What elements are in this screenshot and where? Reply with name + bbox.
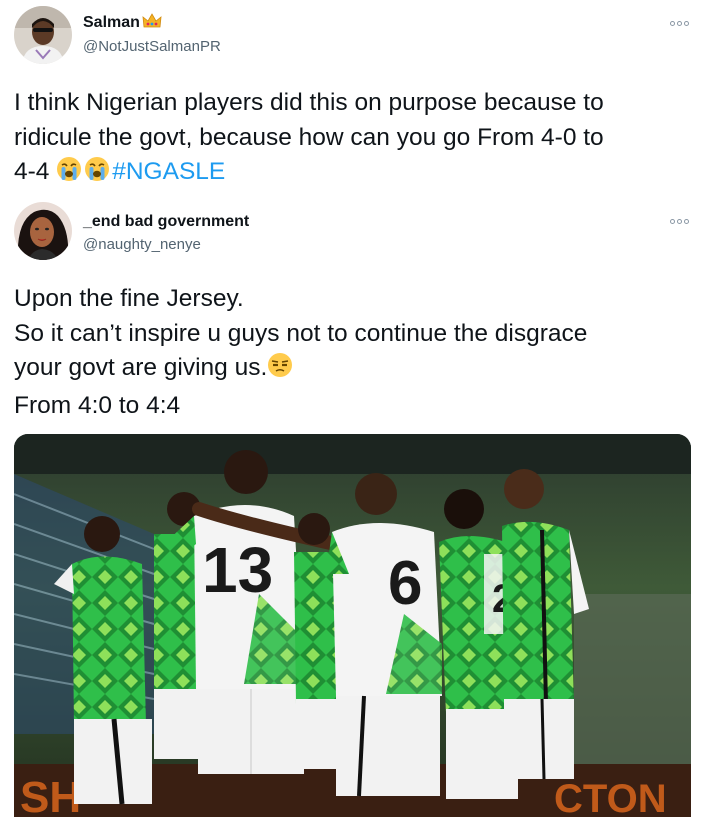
tweet-text-line: So it can’t inspire u guys not to contin… (14, 319, 588, 347)
tweet-text: Upon the fine Jersey. So it can’t inspir… (14, 282, 587, 423)
tweet-text-line: From 4:0 to 4:4 (14, 391, 181, 419)
tweet-text-line: ridicule the govt, because how can you g… (14, 123, 604, 151)
board-text-right: CTON (554, 777, 667, 817)
crown-emoji (142, 13, 162, 34)
display-name[interactable]: Salman (83, 13, 162, 34)
avatar-image (14, 6, 72, 64)
more-options-icon[interactable] (668, 16, 690, 30)
loudly-crying-face-emoji (56, 156, 82, 193)
more-options-icon[interactable] (668, 214, 690, 228)
team-photo: SH CTON 13 6 (14, 434, 691, 817)
board-text-left: SH (20, 773, 81, 817)
tweet-text-line: your govt are giving us. (14, 351, 587, 389)
handle[interactable]: @NotJustSalmanPR (83, 38, 221, 55)
unamused-face-emoji (267, 352, 293, 389)
tweet-text-line: 4-4 #NGASLE (14, 155, 604, 193)
handle[interactable]: @naughty_nenye (83, 236, 201, 253)
tweet-text-line: Upon the fine Jersey. (14, 285, 244, 312)
loudly-crying-face-emoji (84, 156, 110, 193)
hashtag-link[interactable]: #NGASLE (112, 158, 225, 185)
tweet-1: Salman @NotJustSalmanPR I think Nigerian… (0, 0, 708, 194)
avatar[interactable] (14, 6, 72, 64)
jersey-number: 6 (388, 549, 422, 618)
jersey-number: 13 (202, 534, 273, 606)
avatar-image (14, 202, 72, 260)
avatar[interactable] (14, 202, 72, 260)
tweet-text-line: I think Nigerian players did this on pur… (14, 89, 604, 116)
tweet-text: I think Nigerian players did this on pur… (14, 86, 604, 193)
display-name[interactable]: _end bad government (83, 213, 249, 231)
tweet-media-photo[interactable]: SH CTON 13 6 (14, 434, 691, 817)
